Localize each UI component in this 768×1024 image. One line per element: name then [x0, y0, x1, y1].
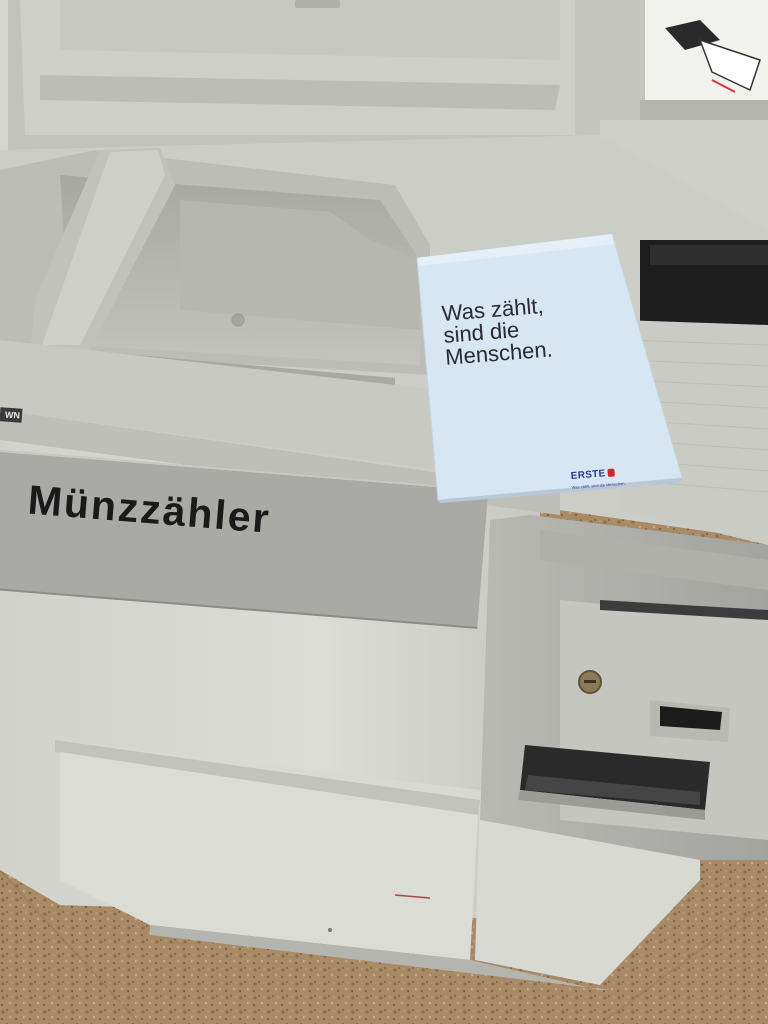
- sparkasse-s-icon: [607, 468, 615, 478]
- brand-tag: WN: [0, 407, 23, 423]
- machine-label: Münzzähler: [26, 476, 273, 542]
- envelope-slogan: Was zählt, sind die Menschen.: [441, 293, 554, 370]
- logo-wordmark: ERSTE: [570, 468, 606, 482]
- erste-logo: ERSTE Was zählt, sind die Menschen.: [570, 462, 625, 490]
